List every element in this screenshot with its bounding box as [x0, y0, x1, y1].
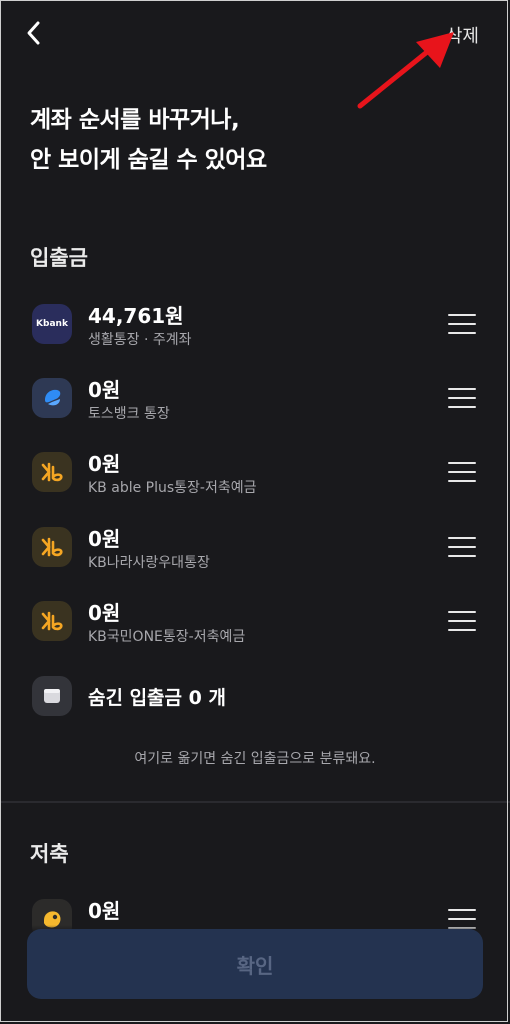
drag-handle-icon[interactable]: [448, 537, 476, 559]
section-divider: [0, 801, 510, 803]
hidden-hint-text: 여기로 옮기면 숨긴 입출금으로 분류돼요.: [134, 751, 376, 767]
kbank-logo-text: Kbank: [36, 319, 68, 329]
section-title-checking: 입출금: [30, 246, 88, 270]
kb-logo-icon: [32, 601, 72, 641]
drag-handle-icon[interactable]: [448, 388, 476, 410]
account-row[interactable]: 0원 KB국민ONE통장-저축예금: [30, 595, 480, 651]
headline-line-1: 계좌 순서를 바꾸거나,: [30, 107, 240, 133]
account-name: 토스뱅크 통장: [88, 406, 170, 422]
account-balance: 0원: [88, 601, 121, 625]
account-balance: 0원: [88, 527, 121, 551]
confirm-button[interactable]: 확인: [27, 929, 483, 999]
account-name: 생활통장 · 주계좌: [88, 332, 192, 348]
headline-line-2: 안 보이게 숨길 수 있어요: [30, 147, 267, 173]
account-row[interactable]: 0원 KB able Plus통장-저축예금: [30, 446, 480, 502]
kb-logo-icon: [32, 452, 72, 492]
account-name: KB able Plus통장-저축예금: [88, 480, 257, 496]
account-row[interactable]: Kbank 44,761원 생활통장 · 주계좌: [30, 298, 480, 354]
account-row[interactable]: 0원 토스뱅크 통장: [30, 372, 480, 428]
account-row[interactable]: 0원 KB나라사랑우대통장: [30, 521, 480, 577]
account-balance: 0원: [88, 452, 121, 476]
folder-icon: [32, 676, 72, 716]
kbank-logo-icon: Kbank: [32, 304, 72, 344]
account-balance: 0원: [88, 899, 121, 923]
account-name: KB나라사랑우대통장: [88, 555, 210, 571]
red-arrow-annotation: [357, 32, 454, 109]
page-headline: 계좌 순서를 바꾸거나, 안 보이게 숨길 수 있어요: [30, 100, 267, 180]
drag-handle-icon[interactable]: [448, 611, 476, 633]
chevron-left-icon: [27, 21, 40, 45]
account-balance: 44,761원: [88, 304, 184, 328]
kb-logo-icon: [32, 527, 72, 567]
section-title-savings: 저축: [30, 842, 69, 866]
hidden-accounts-label: 숨긴 입출금 0 개: [88, 687, 226, 709]
toss-logo-icon: [32, 378, 72, 418]
back-button[interactable]: [22, 18, 50, 48]
drag-handle-icon[interactable]: [448, 314, 476, 336]
account-name: KB국민ONE통장-저축예금: [88, 629, 246, 645]
drag-handle-icon[interactable]: [448, 462, 476, 484]
account-balance: 0원: [88, 378, 121, 402]
